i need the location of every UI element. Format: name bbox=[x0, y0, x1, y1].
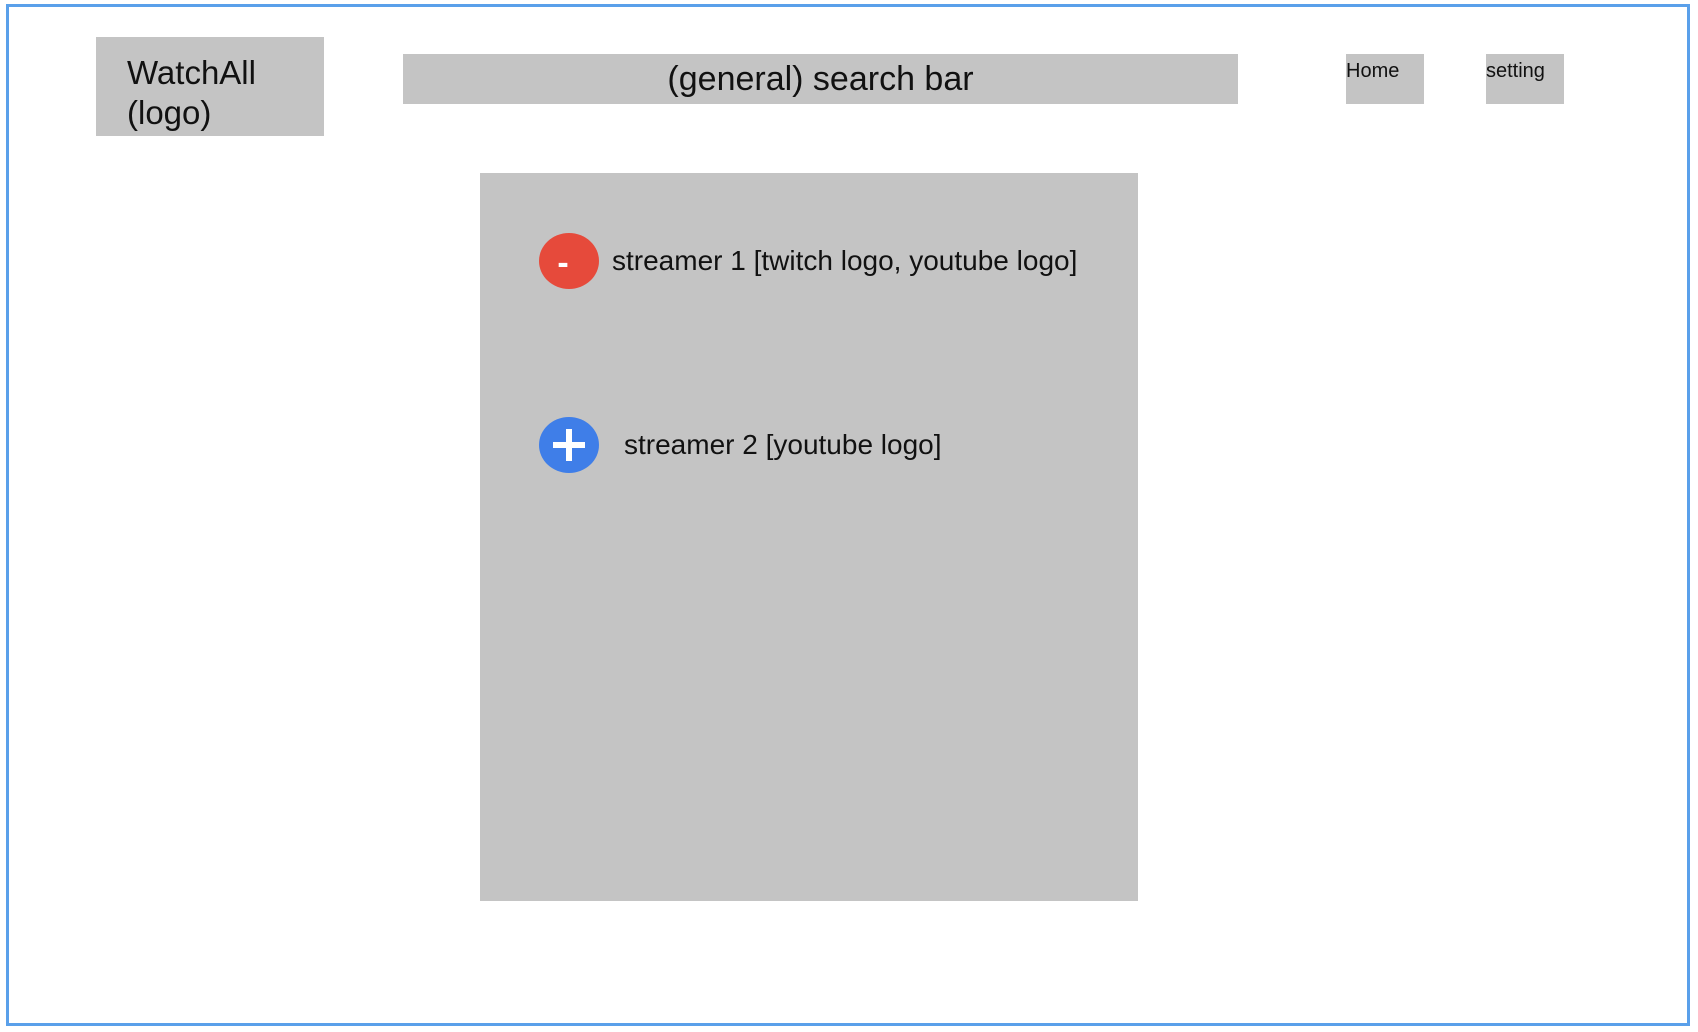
plus-icon bbox=[553, 429, 585, 461]
minus-icon: - bbox=[557, 244, 569, 282]
streamer-item[interactable]: streamer 2 [youtube logo] bbox=[539, 417, 942, 473]
remove-streamer-button[interactable]: - bbox=[539, 233, 599, 289]
setting-button[interactable]: setting bbox=[1486, 54, 1564, 104]
streamer-label: streamer 1 [twitch logo, youtube logo] bbox=[612, 245, 1078, 276]
setting-button-label: setting bbox=[1486, 60, 1545, 82]
home-button-label: Home bbox=[1346, 60, 1400, 82]
app-logo[interactable]: WatchAll (logo) bbox=[96, 37, 324, 136]
search-bar-label: (general) search bar bbox=[667, 59, 974, 98]
add-streamer-button[interactable] bbox=[539, 417, 599, 473]
streamer-item[interactable]: - streamer 1 [twitch logo, youtube logo] bbox=[539, 233, 1077, 289]
logo-label: WatchAll (logo) bbox=[127, 54, 256, 131]
streamer-list-panel: - streamer 1 [twitch logo, youtube logo]… bbox=[480, 173, 1138, 901]
search-bar[interactable]: (general) search bar bbox=[403, 54, 1238, 104]
home-button[interactable]: Home bbox=[1346, 54, 1424, 104]
app-frame: WatchAll (logo) (general) search bar Hom… bbox=[6, 4, 1690, 1026]
streamer-label: streamer 2 [youtube logo] bbox=[624, 429, 942, 460]
